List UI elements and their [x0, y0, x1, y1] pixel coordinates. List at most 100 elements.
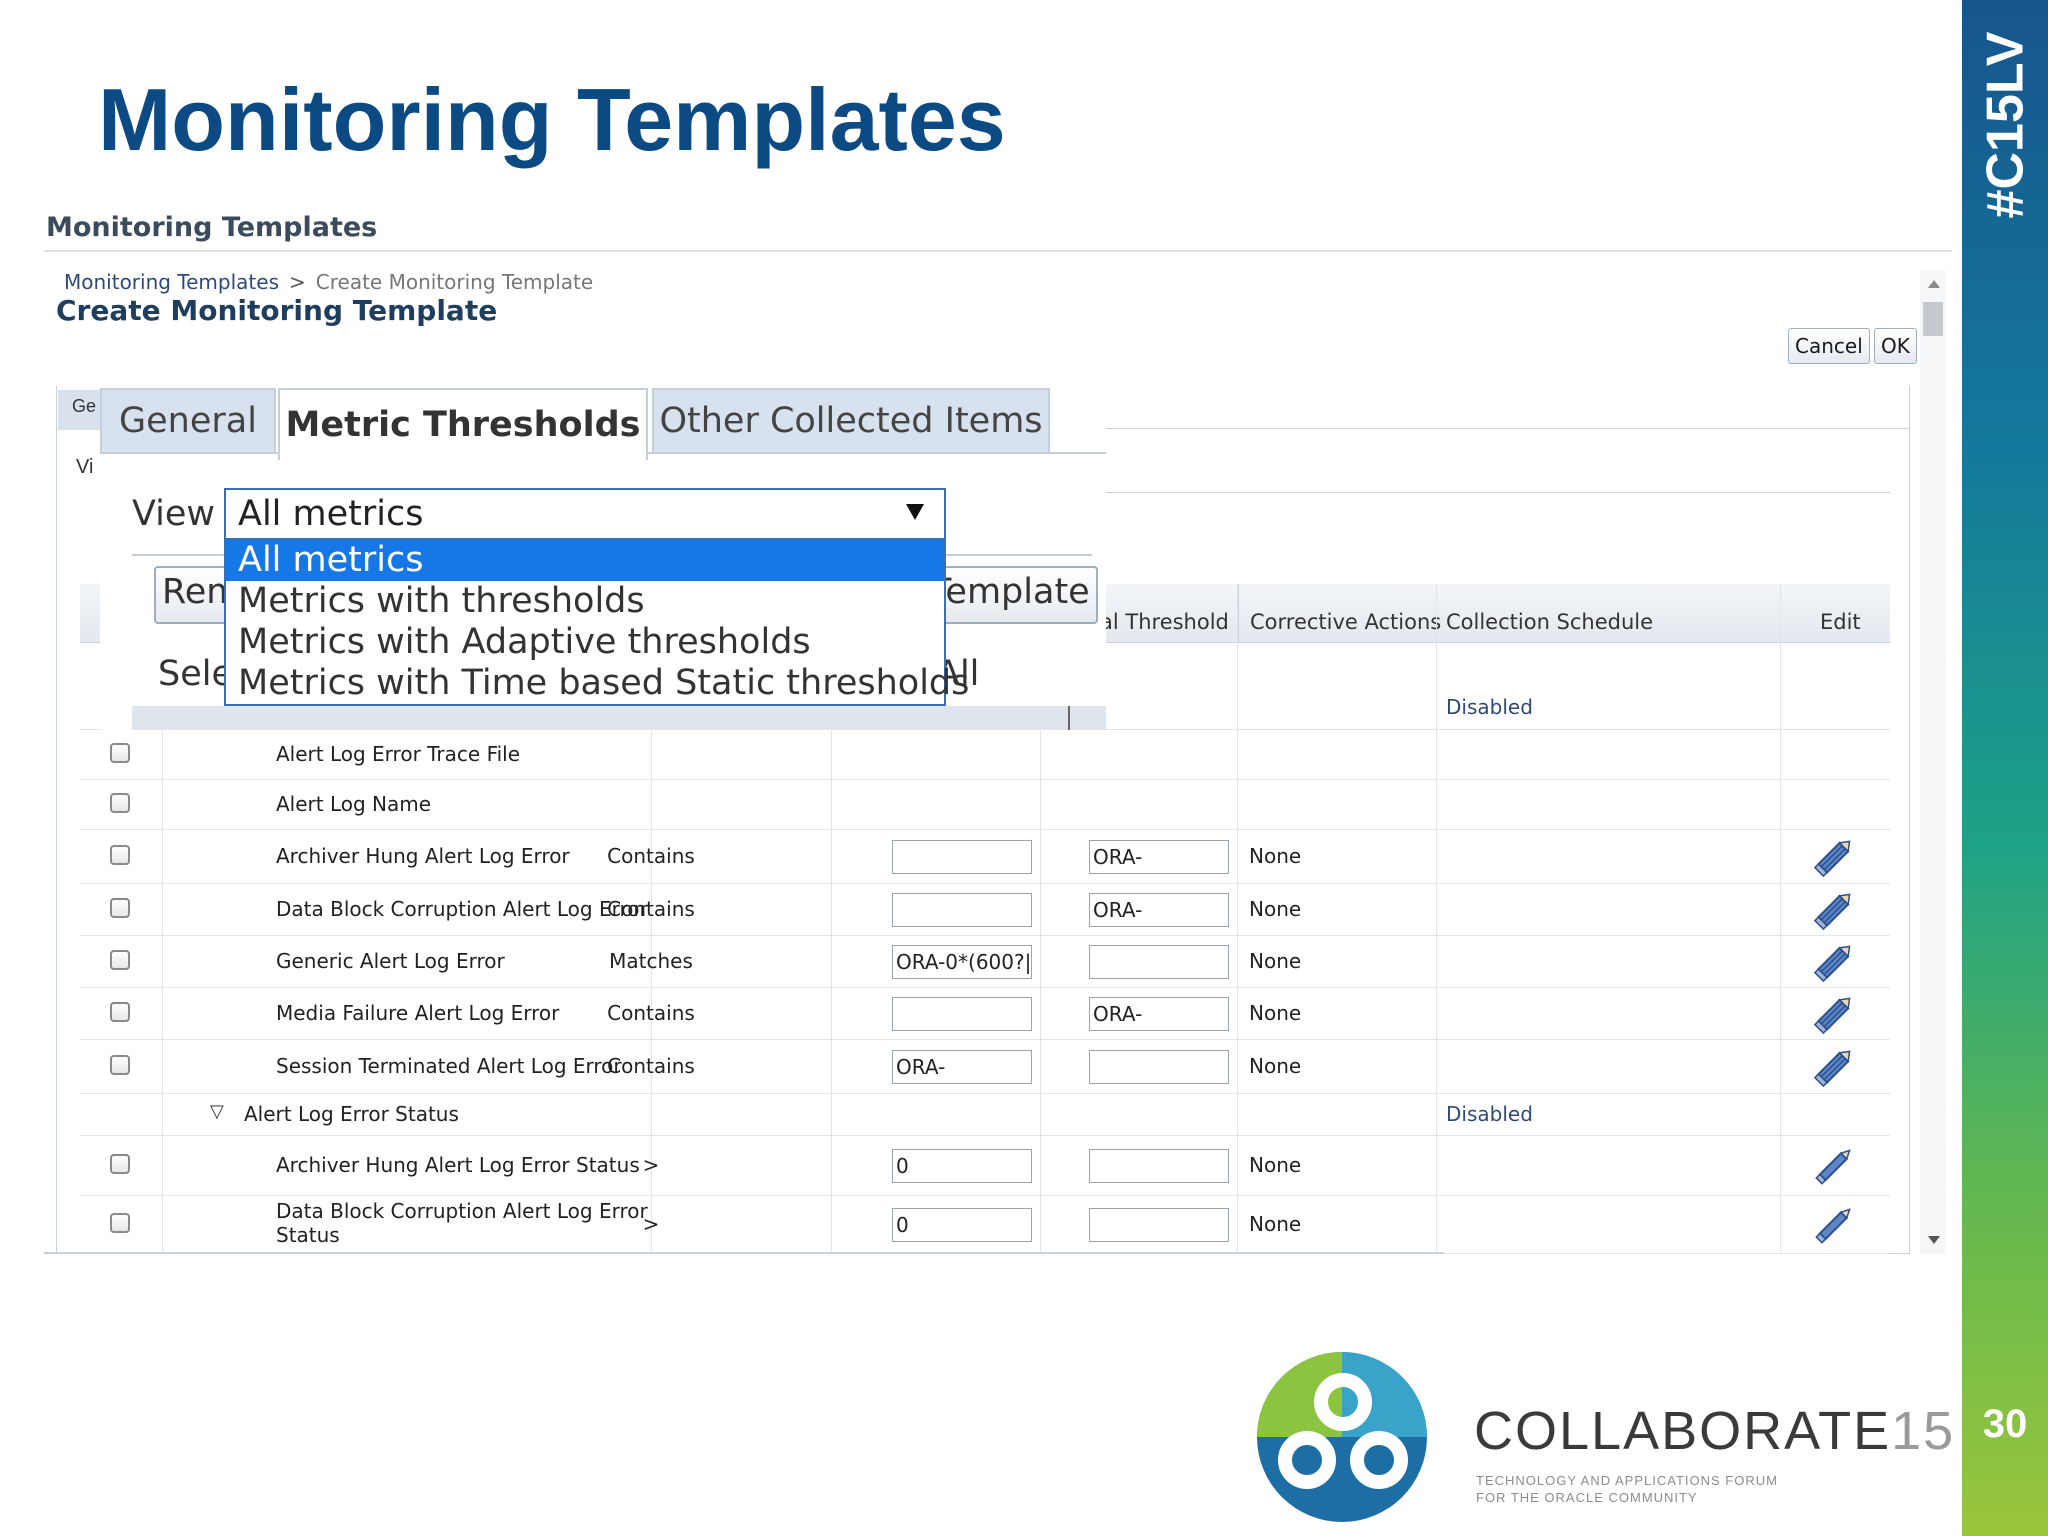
pencil-edit-icon[interactable]	[1812, 992, 1856, 1036]
table-row: Alert Log Name	[80, 780, 1890, 830]
table-group-row: ▽ Alert Log Error Status Disabled	[80, 1094, 1890, 1136]
view-option-time-based-static-thresholds[interactable]: Metrics with Time based Static threshold…	[226, 663, 969, 704]
row-checkbox[interactable]	[110, 793, 130, 813]
cancel-button[interactable]: Cancel	[1788, 328, 1870, 364]
breadcrumb-current: Create Monitoring Template	[315, 270, 594, 294]
collaborate-wordmark: COLLABORATE15	[1474, 1400, 1955, 1462]
comparison-operator: Contains	[607, 844, 695, 868]
view-dropdown-list: All metrics Metrics with thresholds Metr…	[224, 538, 969, 706]
corrective-actions-value: None	[1249, 844, 1302, 868]
metric-name-continued: Status	[276, 1223, 340, 1247]
row-checkbox[interactable]	[110, 898, 130, 918]
table-row: Session Terminated Alert Log Error Contai…	[80, 1040, 1890, 1094]
view-label-background: Vi	[76, 456, 94, 478]
view-option-all-metrics[interactable]: All metrics	[226, 540, 944, 581]
warning-threshold-input[interactable]: 0	[892, 1208, 1032, 1242]
screenshot-header: Monitoring Templates	[46, 212, 378, 243]
column-header-edit[interactable]: Edit	[1820, 610, 1861, 634]
vertical-scrollbar[interactable]	[1920, 270, 1946, 1254]
row-checkbox[interactable]	[110, 743, 130, 763]
pencil-edit-icon[interactable]	[1812, 1144, 1856, 1188]
triangle-down-icon[interactable]	[906, 504, 924, 520]
column-header-collection-schedule[interactable]: Collection Schedule	[1446, 610, 1653, 634]
corrective-actions-value: None	[1249, 949, 1302, 973]
critical-threshold-input[interactable]	[1089, 1149, 1229, 1183]
template-button[interactable]: Template	[938, 566, 1098, 624]
view-select[interactable]: All metrics	[224, 488, 946, 540]
warning-threshold-input[interactable]: 0	[892, 1149, 1032, 1183]
row-checkbox[interactable]	[110, 1154, 130, 1174]
comparison-operator: Contains	[607, 897, 695, 921]
warning-threshold-input[interactable]	[892, 840, 1032, 874]
warning-threshold-input[interactable]: ORA-	[892, 1050, 1032, 1084]
metric-name: Alert Log Name	[276, 792, 432, 816]
critical-threshold-input[interactable]	[1089, 1050, 1229, 1084]
hashtag-text: #C15LV	[1976, 31, 2034, 219]
page-title: Create Monitoring Template	[56, 294, 498, 327]
critical-threshold-input[interactable]: ORA-	[1089, 840, 1229, 874]
pencil-edit-icon[interactable]	[1812, 940, 1856, 984]
view-option-metrics-with-thresholds[interactable]: Metrics with thresholds	[226, 581, 944, 622]
logo-tagline: TECHNOLOGY AND APPLICATIONS FORUM FOR TH…	[1476, 1472, 1836, 1506]
group-name: Alert Log Error Status	[244, 1102, 459, 1126]
critical-threshold-input[interactable]: ORA-	[1089, 997, 1229, 1031]
ok-button[interactable]: OK	[1874, 328, 1917, 364]
table-header-strip	[132, 706, 1106, 730]
scrollbar-thumb[interactable]	[1923, 302, 1943, 336]
row-checkbox[interactable]	[110, 950, 130, 970]
pencil-edit-icon[interactable]	[1812, 1045, 1856, 1089]
row-checkbox[interactable]	[110, 1213, 130, 1233]
table-row: Data Block Corruption Alert Log Error Con…	[80, 884, 1890, 936]
table-row: Data Block Corruption Alert Log Error Sta…	[80, 1196, 1890, 1254]
column-divider	[1068, 706, 1070, 730]
warning-threshold-input[interactable]	[892, 893, 1032, 927]
table-row: Archiver Hung Alert Log Error Contains ORA…	[80, 830, 1890, 884]
scroll-down-arrow-icon[interactable]	[1928, 1236, 1940, 1244]
comparison-operator: Contains	[607, 1054, 695, 1078]
table-row: Alert Log Error Trace File	[80, 730, 1890, 780]
warning-threshold-input[interactable]: ORA-0*(600?|	[892, 945, 1032, 979]
zoomed-view-panel: General Metric Thresholds Other Collecte…	[100, 386, 1106, 730]
pencil-edit-icon[interactable]	[1812, 888, 1856, 932]
slide-title: Monitoring Templates	[98, 70, 1006, 169]
critical-threshold-input[interactable]	[1089, 1208, 1229, 1242]
comparison-operator: Contains	[607, 1001, 695, 1025]
corrective-actions-value: None	[1249, 1153, 1302, 1177]
view-select-value: All metrics	[238, 494, 424, 534]
logo-tagline-line-1: TECHNOLOGY AND APPLICATIONS FORUM	[1476, 1473, 1778, 1488]
comparison-operator: Matches	[609, 949, 693, 973]
row-checkbox[interactable]	[110, 1002, 130, 1022]
logo-tagline-line-2: FOR THE ORACLE COMMUNITY	[1476, 1490, 1698, 1505]
metric-name: Archiver Hung Alert Log Error	[276, 844, 570, 868]
critical-threshold-input[interactable]: ORA-	[1089, 893, 1229, 927]
tab-general[interactable]: General	[100, 388, 276, 454]
breadcrumb-link-monitoring-templates[interactable]: Monitoring Templates	[64, 270, 279, 294]
row-checkbox[interactable]	[110, 845, 130, 865]
pencil-edit-icon[interactable]	[1812, 835, 1856, 879]
view-option-adaptive-thresholds[interactable]: Metrics with Adaptive thresholds	[226, 622, 944, 663]
warning-threshold-input[interactable]	[892, 997, 1032, 1031]
select-label[interactable]: Sele	[158, 654, 233, 694]
logo-name: COLLABORATE	[1474, 1401, 1892, 1461]
scroll-up-arrow-icon[interactable]	[1928, 280, 1940, 288]
tab-general-background[interactable]: Ge	[58, 390, 102, 430]
corrective-actions-value: None	[1249, 897, 1302, 921]
table-row: Media Failure Alert Log Error Contains ORA…	[80, 988, 1890, 1040]
collection-schedule-value: Disabled	[1446, 1102, 1533, 1126]
column-header-corrective-actions[interactable]: Corrective Actions	[1250, 610, 1441, 634]
hashtag-label: #C15LV	[1962, 0, 2048, 250]
critical-threshold-input[interactable]	[1089, 945, 1229, 979]
row-checkbox[interactable]	[110, 1055, 130, 1075]
column-header-critical-threshold[interactable]: al Threshold	[1100, 610, 1229, 634]
tab-other-collected-items[interactable]: Other Collected Items	[652, 388, 1050, 454]
comparison-operator: >	[642, 1212, 660, 1236]
breadcrumb: Monitoring Templates > Create Monitoring T…	[64, 270, 593, 294]
metric-name: Generic Alert Log Error	[276, 949, 505, 973]
collaborate-logo-icon	[1257, 1352, 1427, 1522]
tab-metric-thresholds[interactable]: Metric Thresholds	[278, 388, 648, 460]
corrective-actions-value: None	[1249, 1212, 1302, 1236]
corrective-actions-value: None	[1249, 1001, 1302, 1025]
expand-toggle-icon[interactable]: ▽	[210, 1101, 224, 1122]
view-label: View	[132, 494, 216, 534]
pencil-edit-icon[interactable]	[1812, 1203, 1856, 1247]
